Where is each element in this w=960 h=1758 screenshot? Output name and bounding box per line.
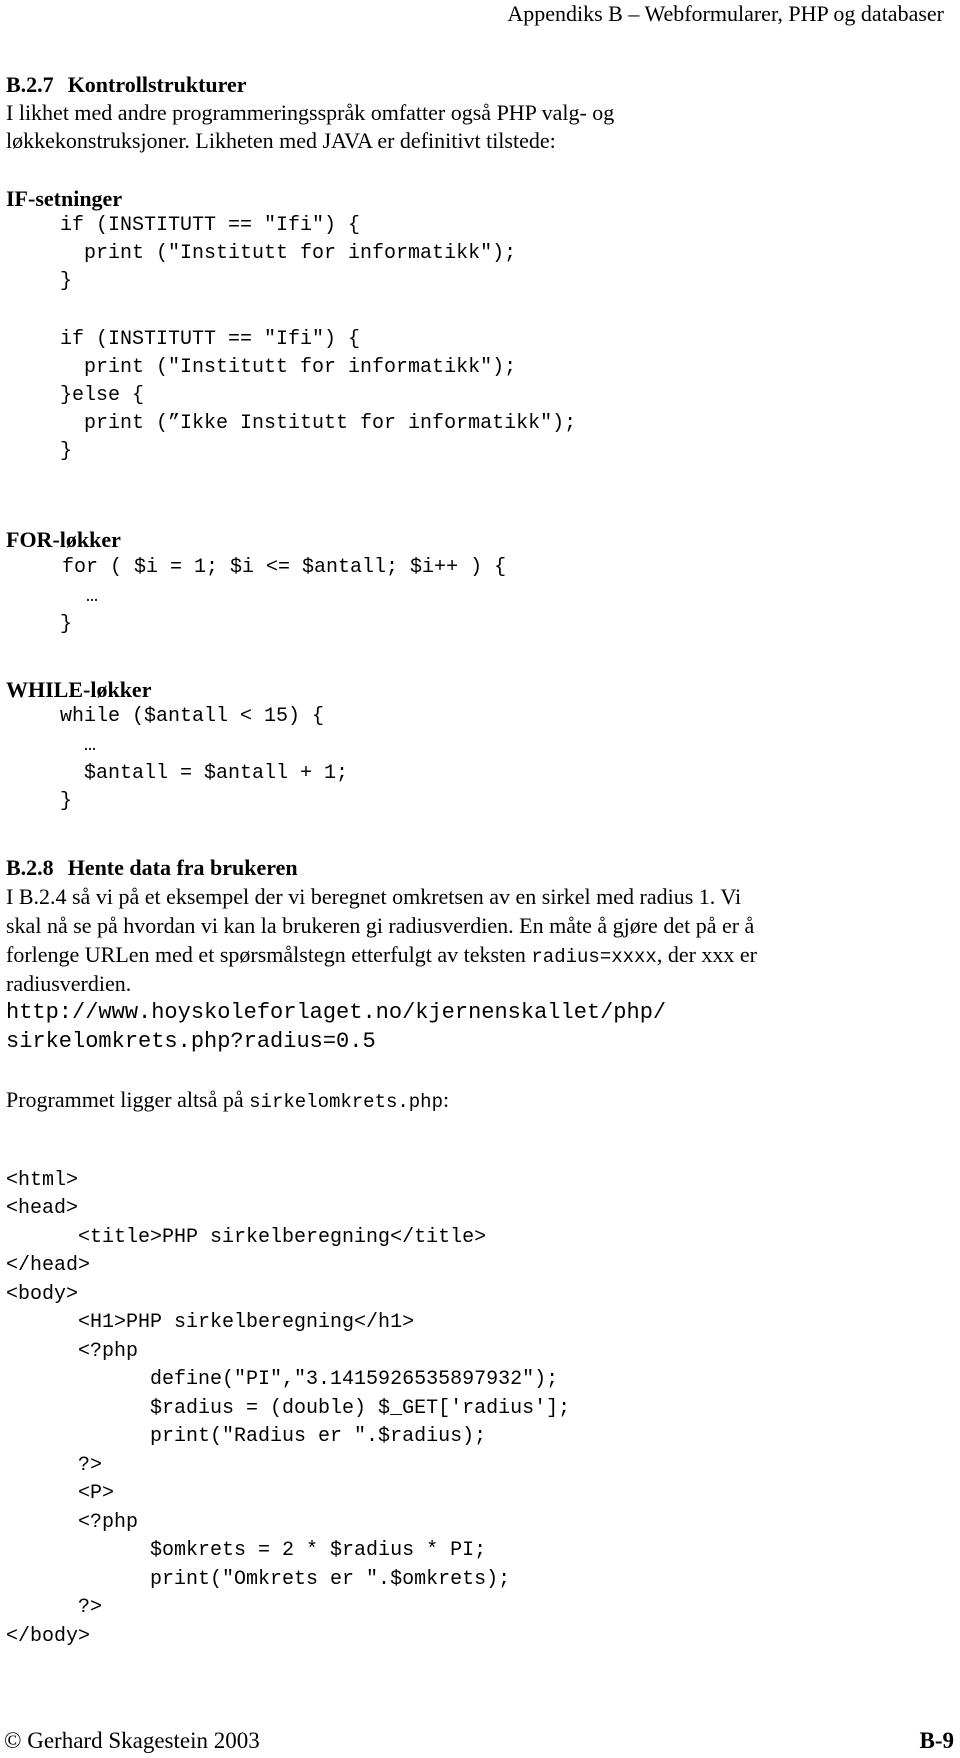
section-heading-b27: B.2.7 Kontrollstrukturer (6, 72, 247, 98)
code-line: </head> (6, 1254, 91, 1277)
code-line: } (60, 613, 73, 636)
code-line: while ($antall < 15) { (60, 705, 325, 728)
code-line: <?php (6, 1511, 139, 1534)
section-title: Kontrollstrukturer (67, 72, 247, 97)
paragraph-line-1: I B.2.4 så vi på et eksempel der vi bere… (6, 884, 742, 909)
text-span: Programmet ligger altså på (6, 1087, 250, 1112)
program-location-text: Programmet ligger altså på sirkelomkrets… (6, 1087, 449, 1115)
url-line-1: http://www.hoyskoleforlaget.no/kjernensk… (6, 1000, 667, 1025)
code-line: <H1>PHP sirkelberegning</h1> (6, 1311, 415, 1334)
code-line: <html> (6, 1169, 79, 1192)
code-line: define("PI","3.1415926535897932"); (6, 1368, 559, 1391)
code-line: if (INSTITUTT == "Ifi") { (60, 214, 361, 237)
code-line: </body> (6, 1625, 91, 1648)
code-line: … (62, 585, 99, 608)
code-line: } (60, 440, 73, 463)
text-span: : (443, 1087, 450, 1112)
inline-code: sirkelomkrets.php (249, 1091, 443, 1113)
code-line: if (INSTITUTT == "Ifi") { (60, 328, 361, 351)
code-line: print("Omkrets er ".$omkrets); (6, 1568, 511, 1591)
footer-page-number: B-9 (919, 1728, 955, 1753)
code-line: <body> (6, 1283, 79, 1306)
intro-line-1: I likhet med andre programmeringsspråk o… (6, 100, 615, 125)
code-line: <P> (6, 1482, 115, 1505)
section-heading-b28: B.2.8 Hente data fra brukeren (6, 855, 298, 881)
code-line: print("Radius er ".$radius); (6, 1425, 487, 1448)
code-line: <title>PHP sirkelberegning</title> (6, 1226, 487, 1249)
intro-line-2: løkkekonstruksjoner. Likheten med JAVA e… (6, 128, 556, 153)
paragraph-line-4: radiusverdien. (6, 971, 132, 996)
code-line: print ("Institutt for informatikk"); (60, 356, 517, 379)
text-span: , der xxx er (656, 942, 758, 967)
code-line: for ( $i = 1; $i <= $antall; $i++ ) { (62, 556, 507, 579)
text-span: forlenge URLen med et spørsmålstegn ette… (6, 942, 532, 967)
code-line: <head> (6, 1197, 79, 1220)
section-title: Hente data fra brukeren (67, 855, 298, 880)
code-line: print ("Institutt for informatikk"); (60, 242, 517, 265)
url-line-2: sirkelomkrets.php?radius=0.5 (6, 1029, 376, 1054)
running-header: Appendiks B – Webformularer, PHP og data… (507, 1, 944, 26)
code-line: $antall = $antall + 1; (60, 762, 349, 785)
if-heading: IF-setninger (6, 186, 123, 211)
code-line: … (60, 734, 97, 757)
code-line: ?> (6, 1454, 103, 1477)
inline-code: radius=xxxx (531, 946, 657, 968)
code-line: $radius = (double) $_GET['radius']; (6, 1397, 571, 1420)
while-heading: WHILE-løkker (6, 677, 152, 702)
code-line: } (60, 270, 73, 293)
paragraph-line-2: skal nå se på hvordan vi kan la brukeren… (6, 913, 755, 938)
code-line: ?> (6, 1596, 103, 1619)
code-line: <?php (6, 1340, 139, 1363)
code-line: } (60, 790, 73, 813)
section-number: B.2.7 (6, 72, 54, 97)
code-line: }else { (60, 384, 145, 407)
for-heading: FOR-løkker (6, 527, 121, 552)
paragraph-line-3: forlenge URLen med et spørsmålstegn ette… (6, 942, 757, 970)
code-line: $omkrets = 2 * $radius * PI; (6, 1539, 487, 1562)
section-number: B.2.8 (6, 855, 54, 880)
footer-copyright: © Gerhard Skagestein 2003 (4, 1728, 260, 1753)
code-line: print (”Ikke Institutt for informatikk")… (60, 412, 577, 435)
